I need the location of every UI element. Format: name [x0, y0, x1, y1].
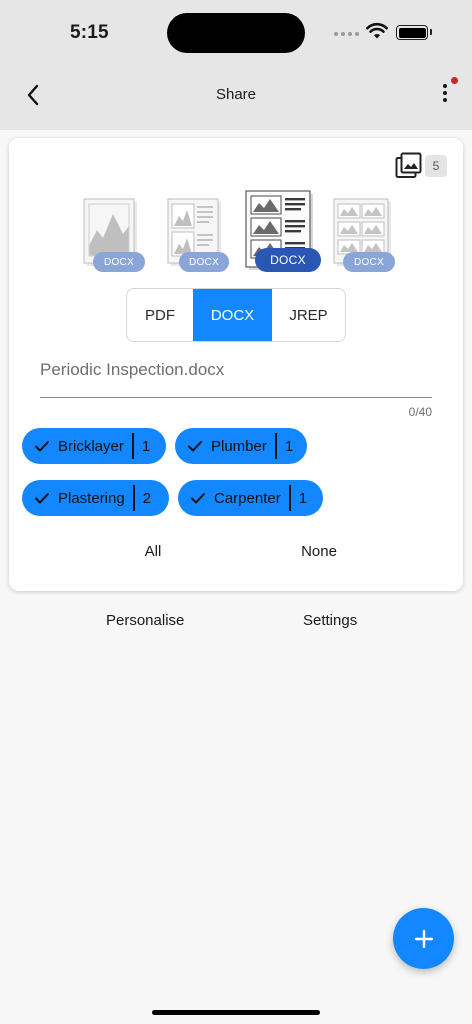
- layout-option-image-text[interactable]: DOCX: [167, 198, 231, 278]
- settings-button[interactable]: Settings: [303, 612, 357, 629]
- chip-divider: [274, 433, 277, 459]
- battery-cap: [430, 29, 432, 35]
- layout-option-single[interactable]: DOCX: [83, 198, 147, 278]
- photo-library-icon: [395, 152, 422, 178]
- more-vertical-icon: [443, 84, 447, 88]
- layout-options: DOCX DOCX DOCX DOCX: [9, 190, 463, 276]
- chip-divider: [132, 485, 135, 511]
- chip-count: 1: [141, 437, 151, 455]
- layout-label: DOCX: [255, 248, 321, 272]
- format-selector: PDF DOCX JREP: [126, 288, 346, 342]
- home-indicator: [152, 1010, 320, 1015]
- wifi-icon: [366, 22, 388, 39]
- check-icon: [35, 493, 49, 504]
- check-icon: [191, 493, 205, 504]
- more-dot: [443, 91, 447, 95]
- select-all-button[interactable]: All: [113, 543, 193, 560]
- add-fab-button[interactable]: [393, 908, 454, 969]
- character-counter: 0/40: [408, 405, 432, 419]
- select-none-button[interactable]: None: [279, 543, 359, 560]
- image-count-badge: 5: [425, 155, 447, 177]
- layout-label: DOCX: [343, 252, 395, 272]
- notification-badge: [451, 77, 458, 84]
- page-title: Share: [215, 86, 257, 103]
- filename-input[interactable]: [40, 352, 432, 380]
- plus-icon: [414, 929, 433, 948]
- chip-plumber[interactable]: Plumber 1: [175, 428, 307, 464]
- dynamic-island: [167, 13, 305, 53]
- chip-bricklayer[interactable]: Bricklayer 1: [22, 428, 166, 464]
- more-dot: [443, 98, 447, 102]
- filename-field-container: [40, 352, 432, 398]
- battery-icon: [396, 25, 428, 40]
- chip-divider: [288, 485, 291, 511]
- chip-label: Plumber: [211, 437, 267, 455]
- chip-count: 1: [284, 437, 294, 455]
- layout-label: DOCX: [93, 252, 145, 272]
- chip-count: 2: [142, 489, 152, 507]
- format-jrep-button[interactable]: JREP: [272, 289, 345, 341]
- chip-carpenter[interactable]: Carpenter 1: [178, 480, 323, 516]
- images-indicator[interactable]: 5: [395, 152, 447, 180]
- check-icon: [35, 441, 49, 452]
- status-bar: 5:15: [0, 0, 472, 58]
- layout-label: DOCX: [179, 252, 229, 272]
- personalise-button[interactable]: Personalise: [106, 612, 184, 629]
- chip-plastering[interactable]: Plastering 2: [22, 480, 169, 516]
- more-options-button[interactable]: [430, 77, 460, 110]
- app-bar: Share: [0, 58, 472, 130]
- share-card: 5 DOCX DOCX DOCX DOCX PDF DOCX JREP Peri…: [9, 138, 463, 591]
- cellular-signal-icon: [334, 32, 359, 36]
- chip-label: Bricklayer: [58, 437, 124, 455]
- layout-option-grid[interactable]: DOCX: [333, 198, 403, 278]
- chip-divider: [131, 433, 134, 459]
- layout-option-list[interactable]: DOCX: [245, 190, 325, 276]
- check-icon: [188, 441, 202, 452]
- format-docx-button[interactable]: DOCX: [193, 289, 272, 341]
- format-pdf-button[interactable]: PDF: [127, 289, 193, 341]
- chip-label: Plastering: [58, 489, 125, 507]
- chip-count: 1: [298, 489, 308, 507]
- chip-label: Carpenter: [214, 489, 281, 507]
- status-time: 5:15: [70, 22, 109, 43]
